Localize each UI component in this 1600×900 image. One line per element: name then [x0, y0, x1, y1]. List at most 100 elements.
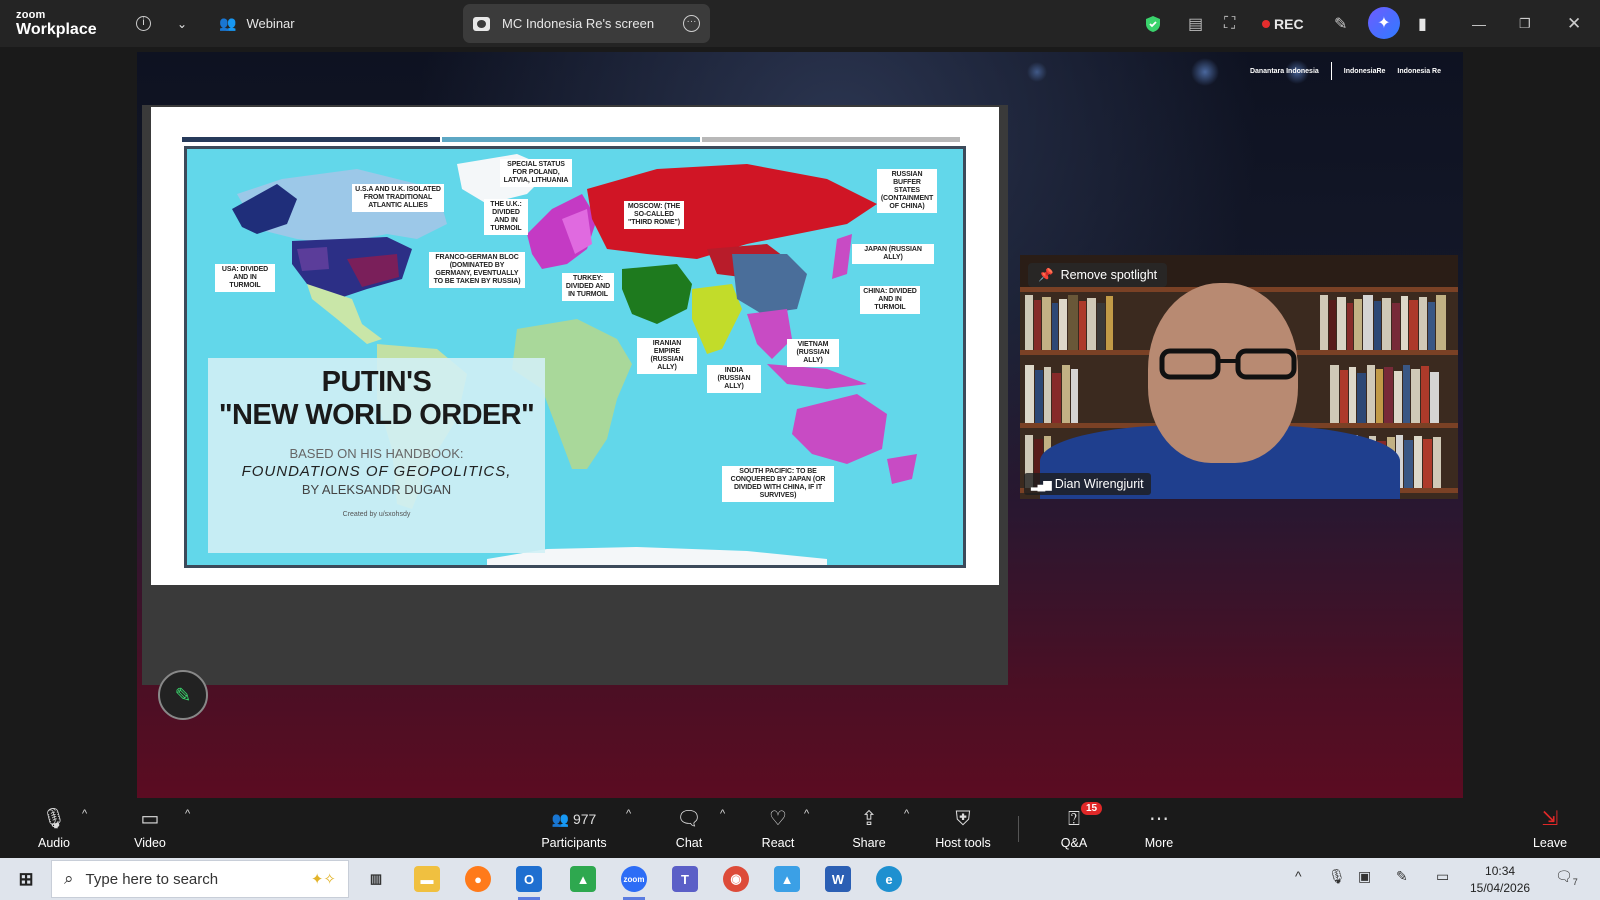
- close-icon[interactable]: ✕: [1567, 0, 1581, 47]
- muted-microphone-icon: 🎙: [41, 808, 67, 830]
- outlook-icon[interactable]: O: [516, 866, 542, 900]
- slide-tab-bar-3: [702, 137, 960, 142]
- video-label: Video: [134, 836, 166, 850]
- annotate-icon[interactable]: ✎: [1334, 0, 1347, 47]
- heart-icon: ♡: [769, 808, 787, 830]
- share-button[interactable]: ⇪ Share: [851, 802, 887, 854]
- taskbar-search-input[interactable]: ⌕ Type here to search ✦✧: [51, 860, 349, 898]
- annotation-pen-button[interactable]: ✎: [158, 670, 208, 720]
- zoom-app-icon[interactable]: zoom: [621, 866, 647, 900]
- participants-caret-icon[interactable]: ^: [626, 808, 631, 820]
- drive-icon[interactable]: ▲: [570, 866, 596, 892]
- react-button[interactable]: ♡ React: [760, 802, 796, 854]
- tray-keyboard-icon[interactable]: ▭: [1436, 868, 1449, 885]
- edge-icon[interactable]: e: [876, 866, 902, 892]
- slide-subtitle-2: FOUNDATIONS OF GEOPOLITICS,: [241, 463, 512, 480]
- title-bar: zoom Workplace i ⌄ 👥 Webinar MC Indonesi…: [0, 0, 1600, 47]
- apps-icon[interactable]: ▮: [1418, 0, 1427, 47]
- host-tools-button[interactable]: ⛨ Host tools: [933, 802, 993, 854]
- map-label-franco-german: FRANCO-GERMAN BLOC (DOMINATED BY GERMANY…: [429, 252, 525, 288]
- chat-icon: 🗨: [676, 808, 702, 830]
- sponsor-divider: [1330, 62, 1332, 80]
- slide-title-line2: "NEW WORLD ORDER": [218, 399, 535, 431]
- map-label-special-status: SPECIAL STATUS FOR POLAND, LATVIA, LITHU…: [500, 159, 572, 187]
- meeting-toolbar: 🎙 Audio ^ ▭ Video ^ 👥 977 Participants ^…: [0, 798, 1600, 858]
- file-explorer-icon[interactable]: ▬: [414, 866, 440, 892]
- recording-indicator[interactable]: REC: [1262, 0, 1304, 47]
- sponsor-indonesiare-2: Indonesia Re: [1397, 67, 1441, 75]
- video-options-caret-icon[interactable]: ^: [185, 808, 190, 820]
- audio-options-caret-icon[interactable]: ^: [82, 808, 87, 820]
- map-label-south-pacific: SOUTH PACIFIC: TO BE CONQUERED BY JAPAN …: [722, 466, 834, 502]
- windows-start-icon[interactable]: ⊞: [13, 866, 39, 892]
- audio-button[interactable]: 🎙 Audio: [34, 802, 74, 854]
- sponsor-logos: Danantara Indonesia IndonesiaRe Indonesi…: [1250, 62, 1441, 80]
- share-label-toolbar: Share: [852, 836, 886, 850]
- chat-label: Chat: [675, 836, 703, 850]
- react-caret-icon[interactable]: ^: [804, 808, 809, 820]
- tray-pen-icon[interactable]: ✎: [1396, 868, 1408, 885]
- more-button[interactable]: ⋯ More: [1142, 802, 1176, 854]
- slide-credit: Created by u/sxohsdy: [342, 511, 411, 518]
- zoom-logo: zoom Workplace: [16, 10, 97, 38]
- photos-icon[interactable]: ▲: [774, 866, 800, 892]
- tray-chevron-icon[interactable]: ^: [1295, 868, 1302, 884]
- map-label-turkey: TURKEY: DIVIDED AND IN TURMOIL: [562, 273, 614, 301]
- sparkle-icon: ✦✧: [310, 871, 336, 888]
- map-label-usa-uk: U.S.A AND U.K. ISOLATED FROM TRADITIONAL…: [352, 184, 444, 212]
- share-caret-icon[interactable]: ^: [904, 808, 909, 820]
- notes-icon[interactable]: ▤: [1188, 0, 1203, 47]
- more-label: More: [1144, 836, 1174, 850]
- tray-microphone-icon[interactable]: 🎙: [1328, 868, 1346, 885]
- pin-icon: 📌: [1038, 267, 1054, 282]
- focus-icon[interactable]: ⛶: [1224, 0, 1235, 47]
- chrome-icon[interactable]: ◉: [723, 866, 749, 892]
- spotlight-label: Remove spotlight: [1060, 268, 1158, 282]
- rec-label: REC: [1274, 15, 1304, 32]
- ai-companion-icon[interactable]: ✦: [1368, 7, 1400, 39]
- map-label-iran: IRANIAN EMPIRE (RUSSIAN ALLY): [637, 338, 697, 374]
- map-label-vietnam: VIETNAM (RUSSIAN ALLY): [787, 339, 839, 367]
- chat-caret-icon[interactable]: ^: [720, 808, 725, 820]
- remove-spotlight-button[interactable]: 📌 Remove spotlight: [1028, 263, 1168, 287]
- tray-display-icon[interactable]: ▣: [1358, 868, 1371, 885]
- clock-time: 10:34: [1485, 864, 1516, 878]
- slide-title-line1: PUTIN'S: [321, 366, 432, 398]
- participants-button[interactable]: 👥 977 Participants: [536, 802, 612, 854]
- teams-icon[interactable]: T: [672, 866, 698, 892]
- participant-video-tile[interactable]: 📌 Remove spotlight ▂▄▆ Dian Wirengjurit: [1020, 255, 1458, 499]
- map-label-usa: USA: DIVIDED AND IN TURMOIL: [215, 264, 275, 292]
- slide-subtitle-3: BY ALEKSANDR DUGAN: [301, 482, 452, 497]
- chat-button[interactable]: 🗨 Chat: [672, 802, 706, 854]
- logo-bottom: Workplace: [16, 21, 97, 38]
- rec-dot-icon: [1262, 19, 1270, 28]
- leave-button[interactable]: ⇲ Leave: [1530, 802, 1570, 854]
- map-label-buffer-states: RUSSIAN BUFFER STATES (CONTAINMENT OF CH…: [877, 169, 937, 213]
- world-map: U.S.A AND U.K. ISOLATED FROM TRADITIONAL…: [184, 146, 966, 568]
- firefox-icon[interactable]: ●: [465, 866, 491, 892]
- qa-badge: 15: [1081, 802, 1103, 815]
- word-icon[interactable]: W: [825, 866, 851, 892]
- task-view-icon[interactable]: ▥: [363, 866, 389, 892]
- screen-share-icon: [473, 16, 490, 31]
- host-tools-label: Host tools: [935, 836, 991, 850]
- screen-share-indicator[interactable]: MC Indonesia Re's screen ···: [463, 4, 710, 43]
- participants-count: 977: [572, 811, 597, 827]
- sponsor-danantara: Danantara Indonesia: [1249, 67, 1319, 75]
- webinar-button[interactable]: 👥 Webinar: [219, 0, 295, 47]
- host-shield-icon: ⛨: [955, 808, 971, 830]
- more-dots-icon: ⋯: [1149, 808, 1169, 830]
- notification-icon[interactable]: 🗨7: [1555, 868, 1578, 887]
- restore-icon[interactable]: ❐: [1519, 0, 1531, 47]
- signal-strength-icon: ▂▄▆: [1031, 478, 1052, 491]
- taskbar-clock[interactable]: 10:34 15/04/2026: [1470, 863, 1530, 897]
- more-options-icon[interactable]: ···: [683, 15, 700, 32]
- windows-taskbar: ⊞ ⌕ Type here to search ✦✧ ▥ ▬ ● O ▲ zoo…: [0, 858, 1600, 900]
- minimize-icon[interactable]: —: [1472, 0, 1486, 47]
- shield-icon[interactable]: [1145, 0, 1161, 47]
- info-icon[interactable]: i: [136, 0, 151, 47]
- video-camera-icon: ▭: [140, 808, 160, 830]
- participants-icon: 👥 977: [551, 811, 597, 827]
- chevron-down-icon[interactable]: ⌄: [177, 0, 187, 47]
- video-button[interactable]: ▭ Video: [130, 802, 170, 854]
